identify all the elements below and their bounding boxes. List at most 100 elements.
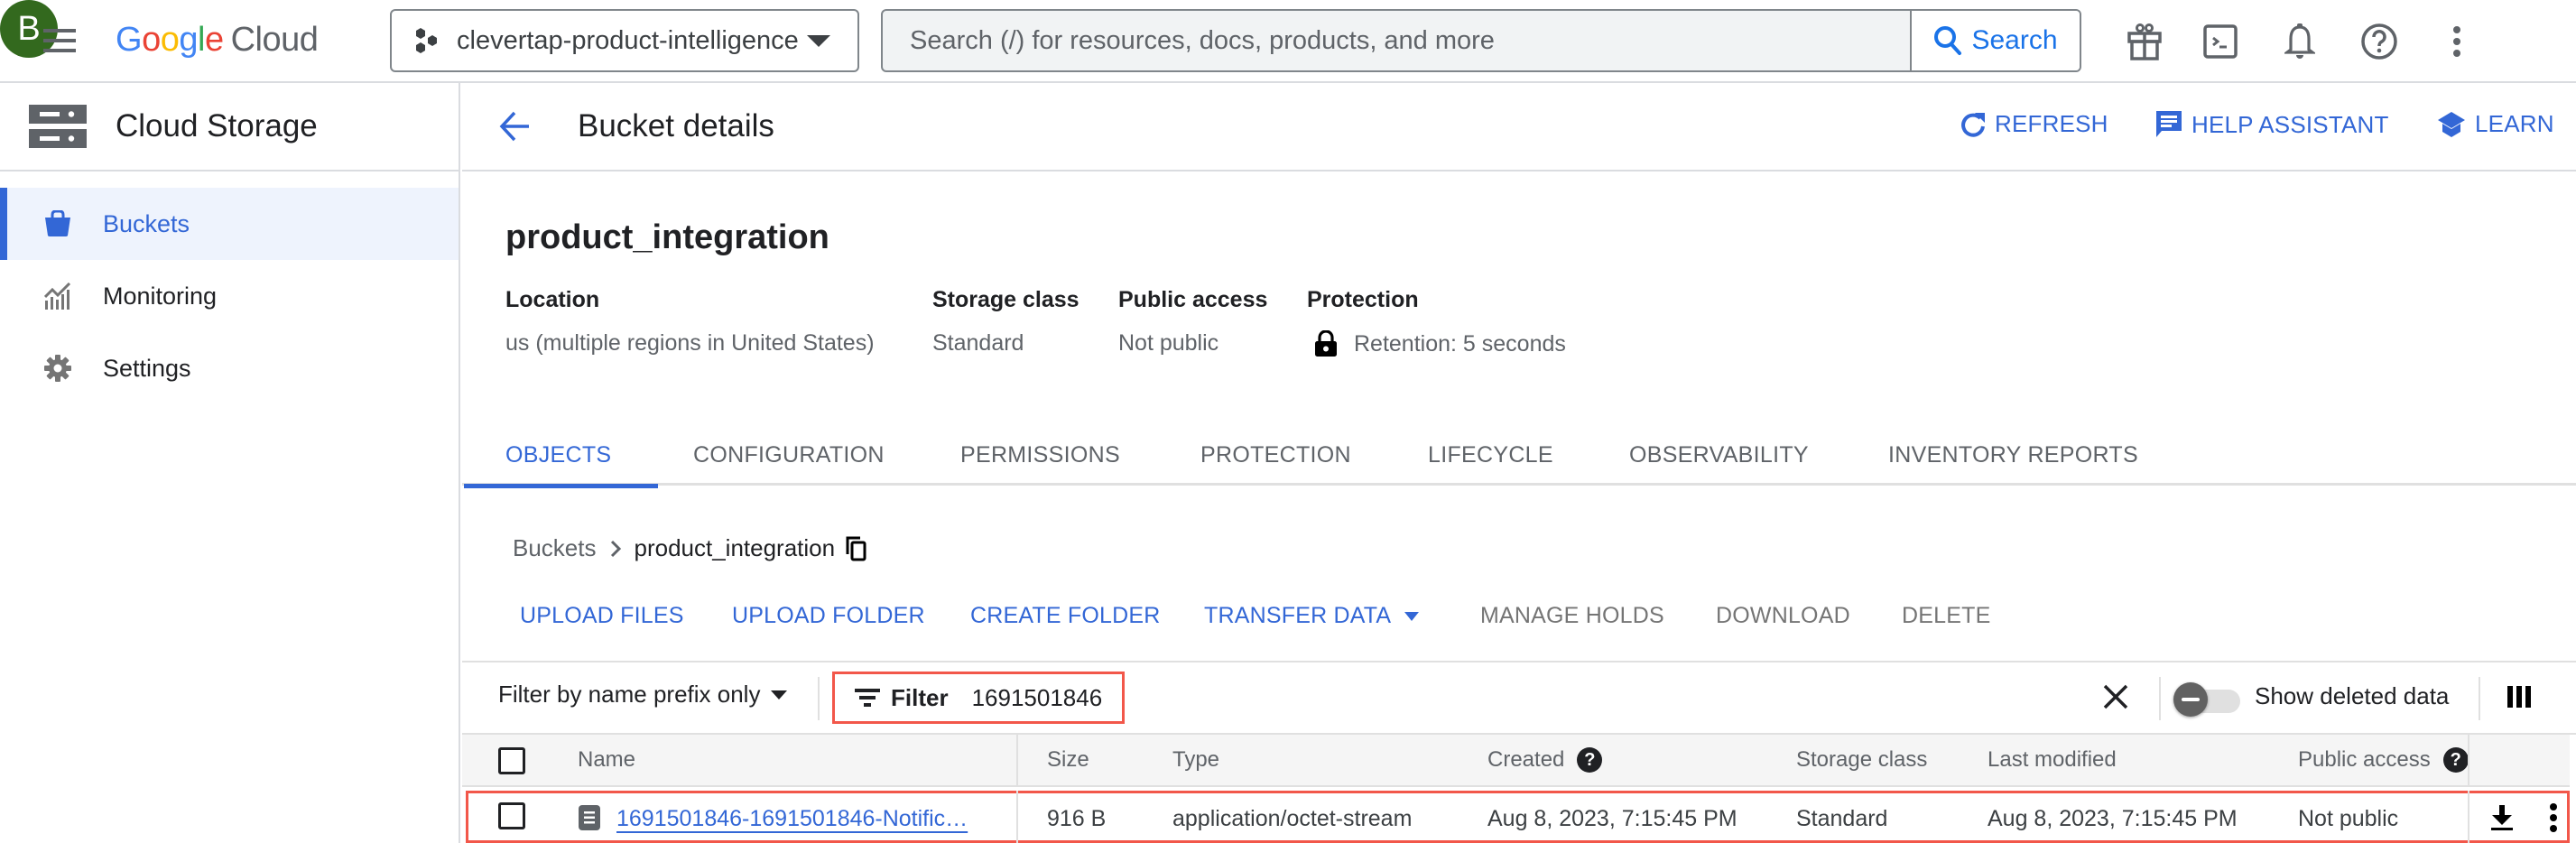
search-button-label: Search: [1971, 25, 2058, 55]
upload-files-button[interactable]: UPLOAD FILES: [520, 603, 684, 629]
google-cloud-logo[interactable]: Google Cloud: [116, 16, 319, 63]
column-header-storage-class[interactable]: Storage class: [1796, 747, 1927, 773]
object-name-link[interactable]: 1691501846-1691501846-Notific…: [616, 806, 968, 832]
learn-label: LEARN: [2475, 110, 2554, 137]
column-divider: [1016, 791, 1018, 843]
filter-bar: Filter by name prefix only Filter 169150…: [462, 661, 2576, 735]
table-row[interactable]: 1691501846-1691501846-Notific… 916 B app…: [466, 791, 2570, 843]
column-label: Created: [1487, 747, 1565, 772]
column-header-type[interactable]: Type: [1172, 747, 1219, 773]
object-public-access: Not public: [2298, 806, 2399, 831]
public-access-value: Not public: [1118, 330, 1219, 356]
upload-folder-button[interactable]: UPLOAD FOLDER: [732, 603, 925, 629]
tab-objects[interactable]: OBJECTS: [463, 424, 659, 488]
file-icon: [579, 805, 600, 830]
sticky-column-divider: [2468, 735, 2469, 787]
bucket-name: product_integration: [505, 218, 829, 256]
object-type: application/octet-stream: [1172, 806, 1413, 831]
back-arrow-icon[interactable]: [498, 110, 534, 146]
more-vert-icon[interactable]: [2549, 802, 2558, 833]
sidebar-item-buckets[interactable]: Buckets: [0, 188, 459, 260]
filter-mode-dropdown[interactable]: Filter by name prefix only: [498, 681, 788, 709]
filter-input[interactable]: Filter 1691501846: [832, 672, 1125, 724]
notifications-icon[interactable]: [2276, 18, 2323, 65]
divider: [2479, 677, 2480, 720]
button-label: UPLOAD FILES: [520, 603, 684, 628]
button-label: MANAGE HOLDS: [1480, 603, 1664, 628]
project-hex-icon: [415, 27, 439, 54]
row-checkbox[interactable]: [498, 802, 525, 829]
help-assistant-button[interactable]: HELP ASSISTANT: [2155, 110, 2389, 139]
tab-label: OBSERVABILITY: [1629, 441, 1809, 468]
button-label: CREATE FOLDER: [970, 603, 1161, 628]
caret-down-icon: [1404, 611, 1420, 622]
column-header-size[interactable]: Size: [1047, 747, 1089, 773]
main-menu-icon[interactable]: [42, 25, 78, 56]
refresh-button[interactable]: REFRESH: [1960, 110, 2108, 138]
logo-letter: g: [179, 21, 198, 59]
tab-observability[interactable]: OBSERVABILITY: [1629, 424, 1809, 486]
more-vert-icon[interactable]: [2433, 18, 2480, 65]
breadcrumb-current: product_integration: [634, 534, 836, 561]
column-header-created[interactable]: Created ?: [1487, 747, 1603, 773]
tab-label: INVENTORY REPORTS: [1888, 441, 2138, 468]
search-bar: Search: [881, 9, 2081, 72]
tab-label: CONFIGURATION: [693, 441, 885, 468]
toggle-thumb: [2173, 682, 2208, 717]
delete-button[interactable]: DELETE: [1902, 603, 1990, 629]
tab-protection[interactable]: PROTECTION: [1200, 424, 1351, 486]
column-header-last-modified[interactable]: Last modified: [1988, 747, 2117, 773]
tab-configuration[interactable]: CONFIGURATION: [693, 424, 885, 486]
copy-icon[interactable]: [846, 536, 867, 561]
manage-holds-button[interactable]: MANAGE HOLDS: [1480, 603, 1664, 629]
logo-letter: e: [204, 21, 224, 59]
sidebar-item-settings[interactable]: Settings: [0, 332, 459, 404]
search-button[interactable]: Search: [1910, 11, 2080, 70]
help-icon[interactable]: ?: [1577, 747, 1603, 773]
close-icon[interactable]: [2101, 682, 2134, 715]
download-button[interactable]: DOWNLOAD: [1716, 603, 1850, 629]
download-icon[interactable]: [2490, 804, 2514, 831]
search-input[interactable]: [883, 11, 1910, 70]
sidebar-item-monitoring[interactable]: Monitoring: [0, 260, 459, 332]
divider: [818, 677, 820, 720]
project-selector[interactable]: clevertap-product-intelligence: [390, 9, 859, 72]
tab-inventory-reports[interactable]: INVENTORY REPORTS: [1888, 424, 2138, 486]
column-header-name[interactable]: Name: [578, 747, 635, 773]
learn-button[interactable]: LEARN: [2437, 110, 2554, 138]
logo-letter: o: [142, 21, 161, 59]
monitoring-icon: [43, 282, 72, 310]
tab-permissions[interactable]: PERMISSIONS: [960, 424, 1120, 486]
select-all-checkbox[interactable]: [498, 747, 525, 774]
object-last-modified: Aug 8, 2023, 7:15:45 PM: [1988, 806, 2238, 831]
help-icon[interactable]: ?: [2442, 747, 2469, 773]
chevron-right-icon: [609, 540, 622, 558]
column-resize-handle[interactable]: [1016, 735, 1018, 787]
column-header-public-access[interactable]: Public access ?: [2298, 747, 2469, 773]
sidebar-item-label: Buckets: [103, 209, 190, 237]
transfer-data-button[interactable]: TRANSFER DATA: [1204, 603, 1420, 629]
storage-class-label: Storage class: [932, 287, 1080, 312]
show-deleted-toggle[interactable]: [2173, 682, 2246, 717]
logo-letter: l: [197, 21, 205, 59]
help-icon[interactable]: [2356, 18, 2403, 65]
sidebar-item-label: Monitoring: [103, 282, 218, 310]
location-label: Location: [505, 287, 600, 312]
tab-bar: OBJECTS CONFIGURATION PERMISSIONS PROTEC…: [462, 424, 2576, 488]
column-display-icon[interactable]: [2507, 684, 2531, 709]
column-label: Name: [578, 747, 636, 772]
logo-suffix: Cloud: [230, 21, 319, 59]
page-title: Bucket details: [578, 108, 774, 144]
filter-mode-label: Filter by name prefix only: [498, 681, 761, 708]
gear-icon: [43, 354, 72, 383]
sidebar: Cloud Storage Buckets Monitoring Setting…: [0, 83, 460, 843]
tab-lifecycle[interactable]: LIFECYCLE: [1428, 424, 1553, 486]
create-folder-button[interactable]: CREATE FOLDER: [970, 603, 1161, 629]
gift-icon[interactable]: [2121, 18, 2168, 65]
logo-letter: o: [160, 21, 180, 59]
bucket-icon: [43, 209, 72, 238]
breadcrumb-buckets-link[interactable]: Buckets: [513, 534, 597, 562]
column-label: Type: [1172, 747, 1220, 772]
cloud-shell-icon[interactable]: [2197, 18, 2244, 65]
protection-value: Retention: 5 seconds: [1314, 330, 1566, 357]
